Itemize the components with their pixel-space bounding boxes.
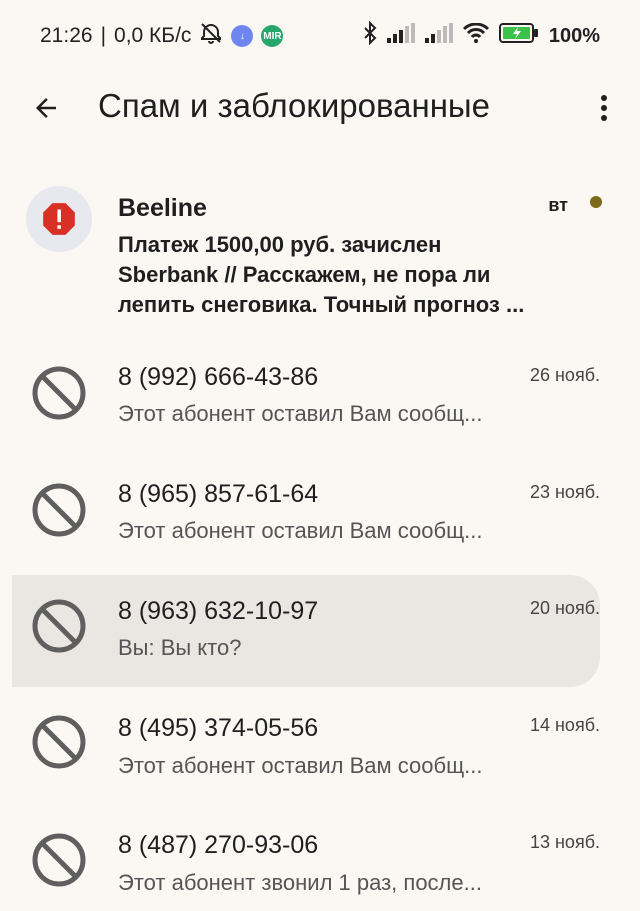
conversation-row[interactable]: 8 (487) 270-93-06 13 нояб. Этот абонент … <box>0 814 640 911</box>
avatar <box>26 186 92 252</box>
avatar <box>26 360 92 426</box>
avatar <box>26 593 92 659</box>
avatar <box>26 709 92 775</box>
status-right: 100% <box>363 20 600 51</box>
status-separator: | <box>100 24 107 47</box>
conversation-name: Beeline <box>118 194 207 222</box>
status-bar: 21:26 | 0,0 КБ/с ↓ MIR 100% <box>0 0 640 70</box>
conversation-name: 8 (963) 632-10-97 <box>118 597 319 625</box>
conversation-date: 20 нояб. <box>529 598 600 618</box>
conversation-name: 8 (992) 666-43-86 <box>118 363 319 391</box>
signal-icon-1 <box>386 23 415 49</box>
conversation-snippet: Платеж 1500,00 руб. зачислен Sberbank //… <box>118 232 525 317</box>
page-title: Спам и заблокированные <box>98 87 491 124</box>
conversation-row[interactable]: 8 (965) 857-61-64 23 нояб. Этот абонент … <box>0 462 640 574</box>
conversation-snippet: Этот абонент оставил Вам сообщ... <box>118 518 483 543</box>
conversation-row[interactable]: 8 (495) 374-05-56 14 нояб. Этот абонент … <box>0 697 640 809</box>
bluetooth-icon <box>363 20 377 51</box>
spam-warning-icon <box>43 203 75 235</box>
conversation-name: 8 (487) 270-93-06 <box>118 831 319 859</box>
conversation-row-selected[interactable]: 8 (963) 632-10-97 20 нояб. Вы: Вы кто? <box>12 575 600 687</box>
clock: 21:26 <box>40 24 93 47</box>
alarm-off-icon <box>199 21 223 51</box>
conversation-date: вт <box>548 195 568 215</box>
download-icon: ↓ <box>231 25 254 47</box>
conversation-row[interactable]: Beeline вт Платеж 1500,00 руб. зачислен … <box>0 170 640 340</box>
signal-icon-2 <box>424 23 453 49</box>
wifi-icon <box>462 22 489 49</box>
conversation-date: 26 нояб. <box>529 365 600 385</box>
more-vert-icon <box>601 95 607 121</box>
blocked-icon <box>32 366 86 420</box>
conversation-date: 23 нояб. <box>529 482 600 502</box>
conversation-name: 8 (965) 857-61-64 <box>118 480 319 508</box>
unread-indicator <box>590 196 602 208</box>
conversation-date: 14 нояб. <box>529 715 600 735</box>
conversation-snippet: Вы: Вы кто? <box>118 635 242 660</box>
more-options-button[interactable] <box>588 88 620 128</box>
conversation-snippet: Этот абонент оставил Вам сообщ... <box>118 401 483 426</box>
back-button[interactable] <box>22 86 70 130</box>
arrow-back-icon <box>36 98 56 118</box>
blocked-icon <box>32 483 86 537</box>
battery-icon <box>498 22 539 50</box>
avatar <box>26 827 92 893</box>
conversation-snippet: Этот абонент оставил Вам сообщ... <box>118 753 483 778</box>
conversation-name: 8 (495) 374-05-56 <box>118 714 319 742</box>
mir-pay-icon: MIR <box>261 25 284 47</box>
avatar <box>26 477 92 543</box>
conversation-snippet: Этот абонент звонил 1 раз, после... <box>118 870 482 895</box>
status-left: 21:26 | 0,0 КБ/с ↓ MIR <box>40 21 284 51</box>
blocked-icon <box>32 833 86 887</box>
conversation-date: 13 нояб. <box>529 832 600 852</box>
blocked-icon <box>32 715 86 769</box>
battery-level: 100% <box>548 24 600 47</box>
blocked-icon <box>32 599 86 653</box>
app-bar: Спам и заблокированные <box>0 70 640 146</box>
conversation-row[interactable]: 8 (992) 666-43-86 26 нояб. Этот абонент … <box>0 345 640 457</box>
network-speed: 0,0 КБ/с <box>114 24 192 47</box>
